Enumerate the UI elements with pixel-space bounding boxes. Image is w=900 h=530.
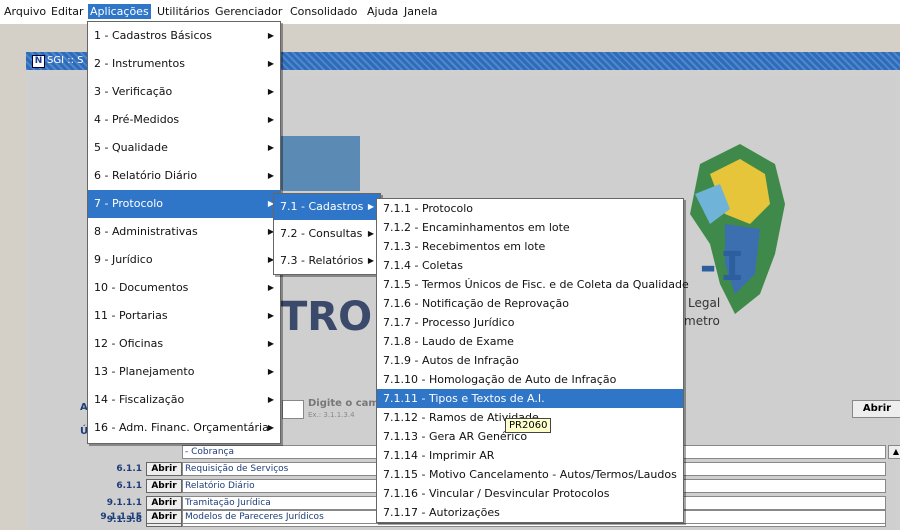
scroll-up-icon[interactable]: ▲ [888,445,900,459]
menu-gerenciador[interactable]: Gerenciador [215,5,282,18]
menu-item-tipos-textos[interactable]: 7.1.11 - Tipos e Textos de A.I. [377,389,683,408]
chevron-right-icon: ▶ [267,143,274,152]
menu-item-laudo-exame[interactable]: 7.1.8 - Laudo de Exame [377,332,683,351]
chevron-right-icon: ▶ [267,423,274,432]
menu-item-portarias[interactable]: 11 - Portarias ▶ [88,302,280,330]
menu-item-cadastros[interactable]: 7.1 - Cadastros ▶ [274,194,380,220]
menu-item-homologacao[interactable]: 7.1.10 - Homologação de Auto de Infração [377,370,683,389]
menu-aplicacoes-dropdown: 1 - Cadastros Básicos ▶ 2 - Instrumentos ▶… [87,21,281,444]
menu-item-coletas[interactable]: 7.1.4 - Coletas [377,256,683,275]
tooltip: PR2060 [505,418,552,433]
menu-ajuda[interactable]: Ajuda [367,5,398,18]
chevron-right-icon: ▶ [367,202,374,211]
menu-item-imprimir-ar[interactable]: 7.1.14 - Imprimir AR [377,446,683,465]
recent-abrir-button[interactable]: Abrir [146,479,182,493]
search-input[interactable] [282,400,304,419]
recent-abrir-button[interactable]: Abrir [146,496,182,510]
recent-code: 9.1.1.1 [106,498,142,508]
menu-item-autorizacoes[interactable]: 7.1.17 - Autorizações [377,503,683,522]
menu-item-encaminhamentos[interactable]: 7.1.2 - Encaminhamentos em lote [377,218,683,237]
menu-aplicacoes[interactable]: Aplicações [88,4,151,19]
menu-item-termos-unicos[interactable]: 7.1.5 - Termos Únicos de Fisc. e de Cole… [377,275,689,294]
menu-item-notificacao[interactable]: 7.1.6 - Notificação de Reprovação [377,294,683,313]
menu-item-fiscalizacao[interactable]: 14 - Fiscalização ▶ [88,386,280,414]
chevron-right-icon: ▶ [267,395,274,404]
logo-text: TRO [280,294,373,340]
chevron-right-icon: ▶ [267,31,274,40]
recent-abrir-button[interactable]: Abrir [146,462,182,476]
menu-item-qualidade[interactable]: 5 - Qualidade ▶ [88,134,280,162]
logo-block [280,136,360,191]
menu-item-protocolo-cad[interactable]: 7.1.1 - Protocolo [377,199,683,218]
search-example: Ex.: 3.1.1.3.4 [308,411,355,419]
menu-item-documentos[interactable]: 10 - Documentos ▶ [88,274,280,302]
chevron-right-icon: ▶ [267,311,274,320]
menu-item-instrumentos[interactable]: 2 - Instrumentos ▶ [88,50,280,78]
menu-item-autos-infracao[interactable]: 7.1.9 - Autos de Infração [377,351,683,370]
menu-item-motivo-cancelamento[interactable]: 7.1.15 - Motivo Cancelamento - Autos/Ter… [377,465,683,484]
logo-i-text: -I [696,244,745,290]
chevron-right-icon: ▶ [267,87,274,96]
logo-metro-text: metro [684,314,720,328]
menu-item-administrativas[interactable]: 8 - Administrativas ▶ [88,218,280,246]
recent-code: 9.1.1.15 [100,512,142,522]
abrir-button[interactable]: Abrir [852,400,900,418]
menu-item-consultas[interactable]: 7.2 - Consultas ▶ [274,221,380,247]
chevron-right-icon: ▶ [367,229,374,238]
app-icon: N [32,55,45,68]
logo-legal-text: Legal [688,296,721,310]
recent-code: 6.1.1 [116,481,142,491]
menu-utilitarios[interactable]: Utilitários [157,5,210,18]
menu-item-pre-medidos[interactable]: 4 - Pré-Medidos ▶ [88,106,280,134]
menu-item-juridico[interactable]: 9 - Jurídico ▶ [88,246,280,274]
chevron-right-icon: ▶ [367,256,374,265]
menu-item-protocolo[interactable]: 7 - Protocolo ▶ [88,190,280,218]
menu-item-cadastros-basicos[interactable]: 1 - Cadastros Básicos ▶ [88,22,280,50]
chevron-right-icon: ▶ [267,115,274,124]
menu-janela[interactable]: Janela [404,5,438,18]
recent-code: 6.1.1 [116,464,142,474]
chevron-right-icon: ▶ [267,367,274,376]
menu-item-adm-financ[interactable]: 16 - Adm. Financ. Orçamentária ▶ [88,414,280,442]
menu-cadastros-submenu: 7.1.1 - Protocolo 7.1.2 - Encaminhamento… [376,198,689,523]
chevron-right-icon: ▶ [267,59,274,68]
menu-item-relatorio-diario[interactable]: 6 - Relatório Diário ▶ [88,162,280,190]
menu-item-planejamento[interactable]: 13 - Planejamento ▶ [88,358,280,386]
window-title: SGI :: S [47,55,84,66]
menu-item-relatorios[interactable]: 7.3 - Relatórios ▶ [274,248,380,274]
menu-editar[interactable]: Editar [51,5,84,18]
menu-protocolo-submenu: 7.1 - Cadastros ▶ 7.2 - Consultas ▶ 7.3 - … [273,193,381,275]
menu-consolidado[interactable]: Consolidado [290,5,357,18]
menu-item-verificacao[interactable]: 3 - Verificação ▶ [88,78,280,106]
recent-abrir-button[interactable]: Abrir [146,510,182,524]
menu-item-processo-juridico[interactable]: 7.1.7 - Processo Jurídico [377,313,683,332]
chevron-right-icon: ▶ [267,171,274,180]
menu-item-vincular[interactable]: 7.1.16 - Vincular / Desvincular Protocol… [377,484,683,503]
chevron-right-icon: ▶ [267,283,274,292]
chevron-right-icon: ▶ [267,339,274,348]
menu-item-recebimentos[interactable]: 7.1.3 - Recebimentos em lote [377,237,683,256]
menu-arquivo[interactable]: Arquivo [4,5,46,18]
menu-item-oficinas[interactable]: 12 - Oficinas ▶ [88,330,280,358]
